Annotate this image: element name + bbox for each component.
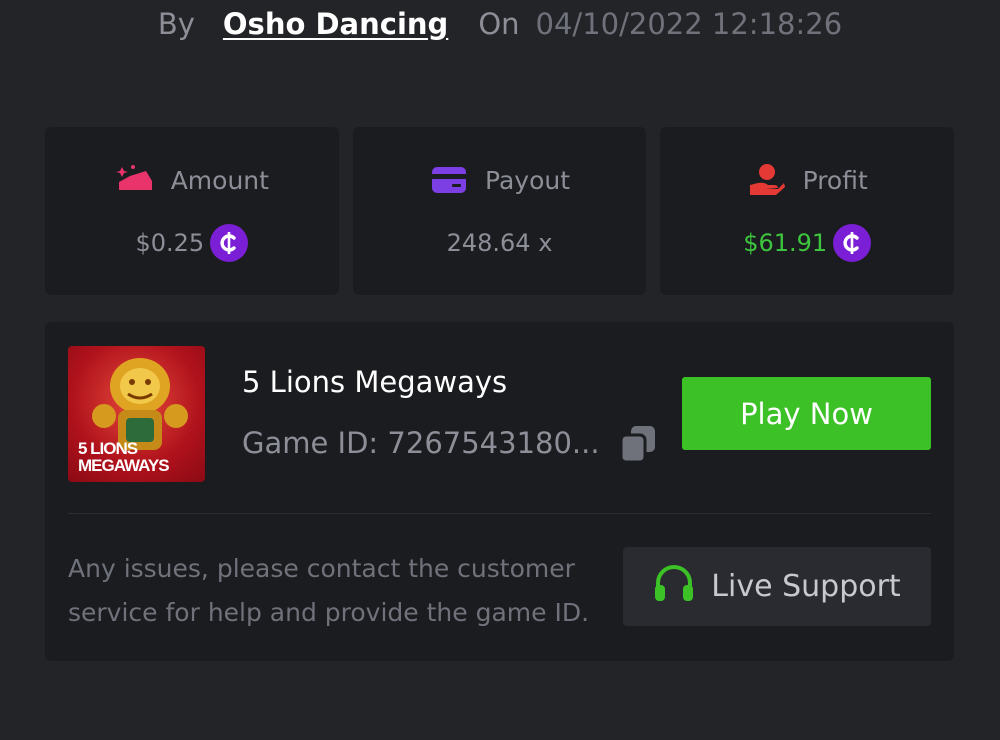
amount-label: Amount xyxy=(170,165,269,195)
divider xyxy=(68,513,931,514)
profit-card: Profit $61.91 xyxy=(660,127,955,295)
amount-card: Amount $0.25 xyxy=(45,127,339,295)
payout-card: Payout 248.64 x xyxy=(352,127,647,295)
bet-byline: By Osho Dancing On 04/10/2022 12:18:26 xyxy=(0,0,1000,48)
profit-value: $61.91 xyxy=(743,229,828,257)
live-support-label: Live Support xyxy=(711,569,901,604)
coin-icon xyxy=(210,224,249,262)
amount-value: $0.25 xyxy=(135,229,205,257)
wallet-coins-icon xyxy=(115,163,155,197)
thumbnail-title: 5 LIONS MEGAWAYS xyxy=(78,439,170,475)
on-label: On xyxy=(478,7,520,41)
bet-datetime: 04/10/2022 12:18:26 xyxy=(535,7,843,41)
credit-card-icon xyxy=(429,163,469,197)
payout-value: 248.64 x xyxy=(446,229,553,257)
game-card: 5 LIONS MEGAWAYS 5 Lions Megaways Game I… xyxy=(45,322,954,661)
game-title: 5 Lions Megaways xyxy=(242,365,508,399)
bet-stats: Amount $0.25 Payout 248.64 x Profit $61.… xyxy=(45,127,955,295)
copy-icon[interactable] xyxy=(619,424,657,464)
payout-label: Payout xyxy=(485,165,571,195)
headset-icon xyxy=(653,563,695,611)
by-label: By xyxy=(157,7,195,41)
play-now-button[interactable]: Play Now xyxy=(682,377,931,450)
hand-coin-icon xyxy=(747,163,787,197)
game-id: Game ID: 7267543180... xyxy=(242,426,600,460)
live-support-button[interactable]: Live Support xyxy=(623,547,931,626)
username-link[interactable]: Osho Dancing xyxy=(223,7,448,41)
help-text: Any issues, please contact the customer … xyxy=(68,554,590,627)
game-thumbnail[interactable]: 5 LIONS MEGAWAYS xyxy=(68,346,205,482)
profit-label: Profit xyxy=(802,165,868,195)
coin-icon xyxy=(833,224,872,262)
